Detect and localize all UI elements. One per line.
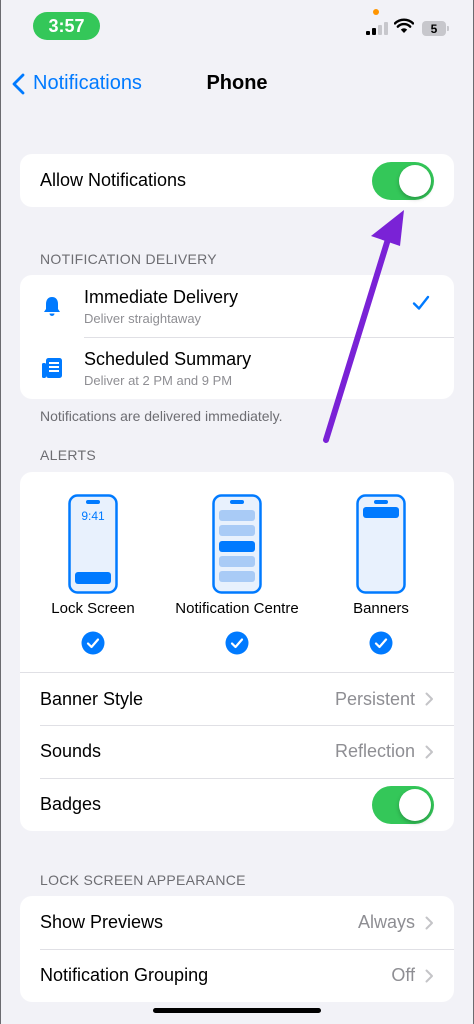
alerts-group: 9:41 Lock Screen Notification Centre Ban… [20,472,454,831]
allow-notifications-label: Allow Notifications [40,170,187,190]
privacy-indicator-icon [373,9,379,15]
checkmark-circle-icon [81,631,105,655]
notification-grouping-value: Off [391,965,415,985]
sounds-value: Reflection [334,741,415,761]
banner-style-row[interactable]: Banner Style Persistent [20,672,454,725]
alert-style-label: Banners [353,600,409,617]
frame-border-left [0,0,1,1024]
lock-screen-preview-icon: 9:41 [68,494,118,594]
banners-preview-icon [356,494,406,594]
notification-grouping-row[interactable]: Notification Grouping Off [20,949,454,1002]
delivery-footer-note: Notifications are delivered immediately. [40,408,283,424]
nav-bar: Notifications Phone [0,60,474,108]
lock-screen-appearance-group: Show Previews Always Notification Groupi… [20,896,454,1002]
badges-row: Badges [20,778,454,831]
show-previews-label: Show Previews [40,912,164,932]
allow-notifications-toggle[interactable] [372,161,434,200]
allow-notifications-group: Allow Notifications [20,154,454,207]
alert-style-label: Notification Centre [175,600,299,617]
banner-style-value: Persistent [334,688,415,709]
immediate-delivery-title: Immediate Delivery [84,286,239,307]
chevron-right-icon [425,692,433,706]
lock-screen-appearance-header: LOCK SCREEN APPEARANCE [40,872,246,888]
scheduled-summary-title: Scheduled Summary [84,348,252,369]
wifi-icon [394,18,414,33]
alerts-header: ALERTS [40,447,97,463]
bell-icon [44,297,60,316]
scheduled-summary-subtitle: Deliver at 2 PM and 9 PM [84,372,233,388]
status-time[interactable]: 3:57 [33,12,100,40]
summary-icon [42,358,62,378]
notification-grouping-label: Notification Grouping [40,965,209,985]
alert-style-banners[interactable]: Banners [306,472,454,655]
alert-style-notification-centre[interactable]: Notification Centre [162,472,312,655]
chevron-right-icon [425,969,433,982]
alert-style-label: Lock Screen [51,600,135,617]
cellular-signal-icon [366,21,388,35]
lock-screen-clock: 9:41 [81,509,105,523]
notification-delivery-header: NOTIFICATION DELIVERY [40,251,217,267]
alert-styles: 9:41 Lock Screen Notification Centre Ban… [20,472,454,672]
show-previews-row[interactable]: Show Previews Always [20,896,454,949]
checkmark-circle-icon [369,631,393,655]
badges-label: Badges [40,794,102,814]
allow-notifications-row: Allow Notifications [20,154,454,207]
battery-icon: 5 [422,21,449,36]
sounds-row[interactable]: Sounds Reflection [20,725,454,778]
status-bar: 3:57 5 [0,0,474,50]
scheduled-summary-option[interactable]: Scheduled Summary Deliver at 2 PM and 9 … [20,337,454,399]
immediate-delivery-option[interactable]: Immediate Delivery Deliver straightaway [20,275,454,337]
notification-centre-preview-icon [212,494,262,594]
chevron-right-icon [425,916,433,929]
alert-style-lock-screen[interactable]: 9:41 Lock Screen [20,472,168,655]
show-previews-value: Always [357,912,415,932]
home-indicator[interactable] [153,1008,321,1013]
checkmark-circle-icon [225,631,249,655]
immediate-delivery-subtitle: Deliver straightaway [84,310,202,326]
checkmark-icon [412,295,430,310]
notification-delivery-group: Immediate Delivery Deliver straightaway … [20,275,454,399]
badges-toggle[interactable] [372,785,434,824]
sounds-label: Sounds [40,741,102,761]
banner-style-label: Banner Style [40,688,144,709]
page-title: Phone [206,72,268,94]
chevron-right-icon [425,745,433,758]
